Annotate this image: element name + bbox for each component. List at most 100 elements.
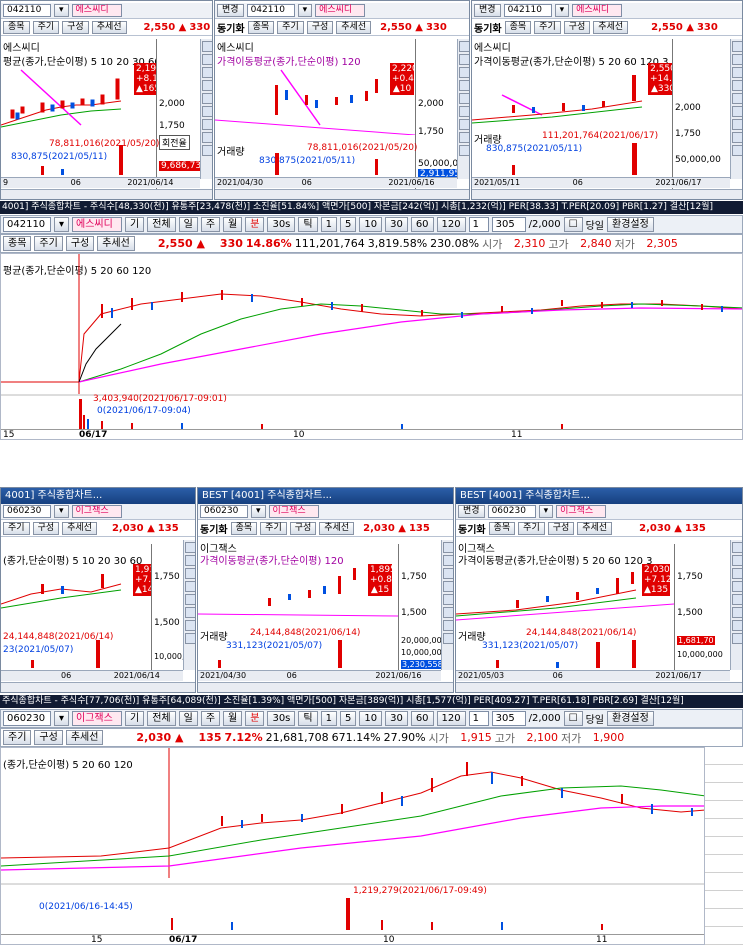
tab-1[interactable]: 1 (320, 217, 337, 232)
tab-day[interactable]: 일 (178, 711, 198, 726)
tab-month[interactable]: 월 (223, 217, 243, 232)
tab-10[interactable]: 10 (359, 711, 383, 726)
code-input[interactable]: 042110 (3, 217, 51, 232)
change-button[interactable]: 변경 (458, 505, 485, 518)
search-button[interactable]: ▾ (538, 505, 554, 518)
window-title[interactable]: BEST [4001] 주식종합차트... (456, 488, 742, 504)
tab-60[interactable]: 60 (410, 217, 434, 232)
tab-item[interactable]: 종목 (3, 236, 32, 251)
tab-5[interactable]: 5 (339, 711, 357, 726)
tab-trend[interactable]: 추세선 (62, 522, 97, 535)
tab-period[interactable]: 주기 (518, 522, 545, 535)
window-title[interactable]: BEST [4001] 주식종합차트... (198, 488, 453, 504)
tab-all[interactable]: 전체 (147, 217, 176, 232)
tab-config[interactable]: 구성 (65, 236, 95, 251)
stock-name[interactable]: 에스씨디 (315, 4, 366, 17)
stock-name[interactable]: 이그잭스 (72, 711, 123, 726)
tab-trend[interactable]: 추세선 (91, 21, 127, 34)
tab-config[interactable]: 구성 (563, 21, 591, 34)
tab-minute[interactable]: 분 (245, 711, 265, 726)
stock-name[interactable]: 에스씨디 (71, 4, 122, 17)
search-button[interactable]: ▾ (554, 4, 570, 17)
tab-config[interactable]: 구성 (289, 522, 317, 535)
interval-input[interactable]: 1 (468, 217, 489, 232)
tab-item[interactable]: 종목 (504, 21, 532, 34)
tab-period-type[interactable]: 기 (125, 711, 145, 726)
tab-30s[interactable]: 30s (267, 711, 296, 726)
tab-trend[interactable]: 추세선 (593, 21, 629, 34)
tab-1[interactable]: 1 (320, 711, 337, 726)
change-button[interactable]: 변경 (217, 4, 244, 17)
tab-trend[interactable]: 추세선 (65, 730, 104, 745)
mini-window-3[interactable]: 변경 042110 ▾ 에스씨디 동기화 종목 주기 구성 추세선 2,550 … (471, 0, 743, 200)
tab-item[interactable]: 종목 (3, 21, 30, 34)
mini-window-4[interactable]: 4001] 주식종합차트... 060230 ▾ 이그잭스 주기 구성 추세선 … (0, 487, 196, 693)
search-button[interactable]: ▾ (251, 505, 266, 518)
tab-config[interactable]: 구성 (62, 21, 89, 34)
code-input[interactable]: 060230 (200, 505, 248, 518)
settings-button[interactable]: 환경설정 (607, 217, 654, 232)
tab-trend[interactable]: 추세선 (97, 236, 135, 251)
tab-period[interactable]: 주기 (34, 236, 63, 251)
code-input[interactable]: 042110 (503, 4, 552, 17)
tab-trend[interactable]: 추세선 (577, 522, 613, 535)
scrollbar[interactable] (215, 189, 469, 199)
mini-window-6[interactable]: BEST [4001] 주식종합차트... 변경 060230 ▾ 이그잭스 동… (455, 487, 743, 693)
scrollbar[interactable] (198, 682, 453, 692)
tab-all[interactable]: 전체 (147, 711, 176, 726)
tab-trend[interactable]: 추세선 (336, 21, 372, 34)
tab-120[interactable]: 120 (436, 711, 466, 726)
settings-button[interactable]: 환경설정 (607, 711, 654, 726)
search-button[interactable]: ▾ (54, 505, 69, 518)
tab-period[interactable]: 주기 (534, 21, 561, 34)
tab-period[interactable]: 주기 (32, 21, 60, 34)
scrollbar[interactable] (1, 682, 195, 692)
tab-5[interactable]: 5 (339, 217, 357, 232)
tab-item[interactable]: 종목 (247, 21, 275, 34)
stock-name[interactable]: 에스씨디 (572, 4, 623, 17)
stock-name[interactable]: 이그잭스 (71, 505, 122, 518)
tab-config[interactable]: 구성 (547, 522, 575, 535)
dropdown-button[interactable]: ▾ (54, 711, 70, 726)
tab-item[interactable]: 종목 (230, 522, 258, 535)
tab-config[interactable]: 구성 (34, 730, 63, 745)
dropdown-button[interactable]: ▾ (54, 217, 70, 232)
mini-window-5[interactable]: BEST [4001] 주식종합차트... 060230 ▾ 이그잭스 동기화 … (197, 487, 454, 693)
interval-input[interactable]: 1 (468, 711, 489, 726)
tab-10[interactable]: 10 (359, 217, 383, 232)
tab-trend[interactable]: 추세선 (319, 522, 355, 535)
code-input[interactable]: 042110 (246, 4, 295, 17)
tab-config[interactable]: 구성 (306, 21, 334, 34)
tab-period-type[interactable]: 기 (125, 217, 145, 232)
tab-period[interactable]: 주기 (3, 730, 32, 745)
checkbox-today[interactable]: ☐ (563, 217, 583, 232)
code-input[interactable]: 060230 (487, 505, 536, 518)
window-title[interactable]: 4001] 주식종합차트... (1, 488, 195, 504)
tab-30s[interactable]: 30s (267, 217, 296, 232)
count-input[interactable]: 305 (491, 711, 526, 726)
tab-30[interactable]: 30 (385, 711, 408, 726)
tab-tick[interactable]: 틱 (298, 711, 318, 726)
tab-period[interactable]: 주기 (277, 21, 304, 34)
stock-name[interactable]: 에스씨디 (72, 217, 123, 232)
tab-30[interactable]: 30 (385, 217, 408, 232)
stock-name[interactable]: 이그잭스 (556, 505, 607, 518)
scrollbar[interactable] (472, 189, 742, 199)
change-button[interactable]: 변경 (474, 4, 501, 17)
tab-period[interactable]: 주기 (260, 522, 287, 535)
scrollbar[interactable] (1, 189, 212, 199)
tab-120[interactable]: 120 (436, 217, 466, 232)
checkbox-today[interactable]: ☐ (563, 711, 583, 726)
search-button[interactable]: ▾ (297, 4, 313, 17)
search-button[interactable]: ▾ (54, 4, 69, 17)
tab-month[interactable]: 월 (223, 711, 243, 726)
tab-item[interactable]: 종목 (488, 522, 516, 535)
tab-period[interactable]: 주기 (3, 522, 30, 535)
stock-name[interactable]: 이그잭스 (268, 505, 319, 518)
code-input[interactable]: 060230 (3, 711, 51, 726)
tab-day[interactable]: 일 (178, 217, 198, 232)
mini-window-2[interactable]: 변경 042110 ▾ 에스씨디 동기화 종목 주기 구성 추세선 2,550 … (214, 0, 470, 200)
tab-week[interactable]: 주 (200, 711, 221, 726)
code-input[interactable]: 060230 (3, 505, 51, 518)
tab-minute[interactable]: 분 (245, 217, 265, 232)
